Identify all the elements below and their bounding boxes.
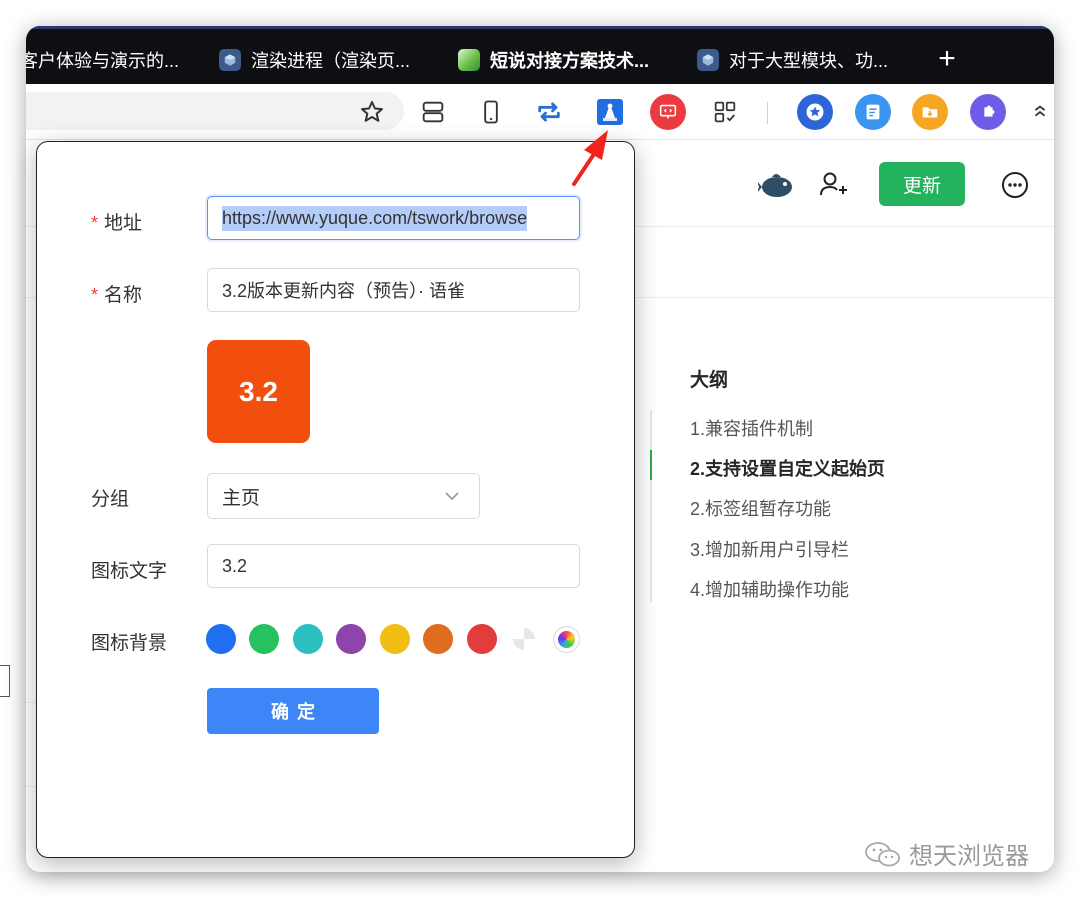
screenshot-stage: 客户体验与演示的... 渲染进程（渲染页... 短说对接方案技术... 对于大型…: [0, 0, 1080, 899]
tab-2[interactable]: 渲染进程（渲染页...: [219, 43, 410, 77]
tab-1[interactable]: 客户体验与演示的...: [26, 43, 179, 77]
apps-icon[interactable]: [707, 94, 743, 130]
outline-item[interactable]: 2.标签组暂存功能: [690, 495, 831, 521]
outline-item[interactable]: 1.兼容插件机制: [690, 415, 813, 441]
chevron-more-icon[interactable]: [1026, 94, 1054, 130]
icon-background-label: 图标背景: [91, 633, 168, 654]
tab-3-active[interactable]: 短说对接方案技术...: [458, 43, 649, 77]
group-label: 分组: [91, 489, 130, 510]
cube-icon: [697, 49, 719, 71]
tab-strip: 客户体验与演示的... 渲染进程（渲染页... 短说对接方案技术... 对于大型…: [26, 26, 1054, 84]
more-options-icon[interactable]: [1000, 170, 1030, 200]
outline-rail: [650, 410, 652, 602]
update-button[interactable]: 更新: [879, 162, 965, 206]
notes-icon[interactable]: [855, 94, 891, 130]
divider: [26, 702, 36, 703]
outline-item[interactable]: 3.增加新用户引导栏: [690, 536, 849, 562]
address-value: https://www.yuque.com/tswork/browse: [222, 205, 528, 231]
outline-item[interactable]: 4.增加辅助操作功能: [690, 576, 849, 602]
browser-toolbar: [26, 84, 1054, 140]
presentation-icon[interactable]: [650, 94, 686, 130]
divider: [26, 786, 36, 787]
toolbar-divider: [767, 102, 768, 124]
watermark: 想天浏览器: [863, 836, 1029, 871]
color-swatch-green[interactable]: [249, 624, 279, 654]
star-circle-icon[interactable]: [797, 94, 833, 130]
color-swatch-yellow[interactable]: [380, 624, 410, 654]
annotation-arrow-icon: [572, 130, 608, 186]
add-shortcut-popup: * 地址 https://www.yuque.com/tswork/browse …: [36, 141, 635, 858]
icon-text-input[interactable]: 3.2: [207, 544, 580, 588]
star-icon[interactable]: [354, 94, 390, 130]
address-input[interactable]: https://www.yuque.com/tswork/browse: [207, 196, 580, 240]
cube-icon: [219, 49, 241, 71]
required-marker: *: [91, 213, 99, 233]
wechat-icon: [865, 841, 900, 866]
icon-text-value: 3.2: [222, 555, 248, 576]
icon-preview: 3.2: [207, 340, 310, 443]
color-swatch-orange[interactable]: [423, 624, 453, 654]
tab-4[interactable]: 对于大型模块、功...: [697, 43, 888, 77]
name-label: * 名称: [91, 285, 143, 306]
color-swatch-red[interactable]: [467, 624, 497, 654]
address-label: * 地址: [91, 213, 143, 234]
group-value: 主页: [222, 487, 261, 509]
outline-item-current[interactable]: 2.支持设置自定义起始页: [690, 455, 885, 481]
address-bar[interactable]: [26, 92, 404, 130]
outline-title: 大纲: [690, 370, 729, 391]
name-value: 3.2版本更新内容（预告）· 语雀: [222, 281, 466, 301]
color-swatch-teal[interactable]: [293, 624, 323, 654]
transparent-swatch-icon[interactable]: [513, 628, 535, 650]
new-tab-button[interactable]: +: [934, 44, 960, 75]
color-swatch-purple[interactable]: [336, 624, 366, 654]
tab-title: 客户体验与演示的...: [26, 51, 180, 71]
fish-avatar-icon[interactable]: [757, 166, 796, 204]
watermark-text: 想天浏览器: [909, 843, 1029, 870]
confirm-button[interactable]: 确定: [207, 688, 379, 734]
mobile-icon[interactable]: [473, 94, 509, 130]
download-folder-icon[interactable]: [912, 94, 948, 130]
tab-title: 渲染进程（渲染页...: [251, 51, 411, 71]
custom-color-picker-icon[interactable]: [554, 627, 579, 652]
page-fragment: [0, 665, 10, 697]
leaf-icon: [458, 49, 480, 71]
add-collaborator-icon[interactable]: [816, 168, 850, 202]
name-input[interactable]: 3.2版本更新内容（预告）· 语雀: [207, 268, 580, 312]
outline-current-marker: [650, 450, 652, 480]
tab-title: 短说对接方案技术...: [490, 51, 650, 71]
required-marker: *: [91, 285, 99, 305]
group-select[interactable]: 主页: [207, 473, 480, 519]
puzzle-icon[interactable]: [970, 94, 1006, 130]
server-icon[interactable]: [415, 94, 451, 130]
chevron-down-icon: [445, 492, 459, 501]
color-swatch-blue[interactable]: [206, 624, 236, 654]
icon-text-label: 图标文字: [91, 561, 168, 582]
tab-title: 对于大型模块、功...: [729, 51, 889, 71]
